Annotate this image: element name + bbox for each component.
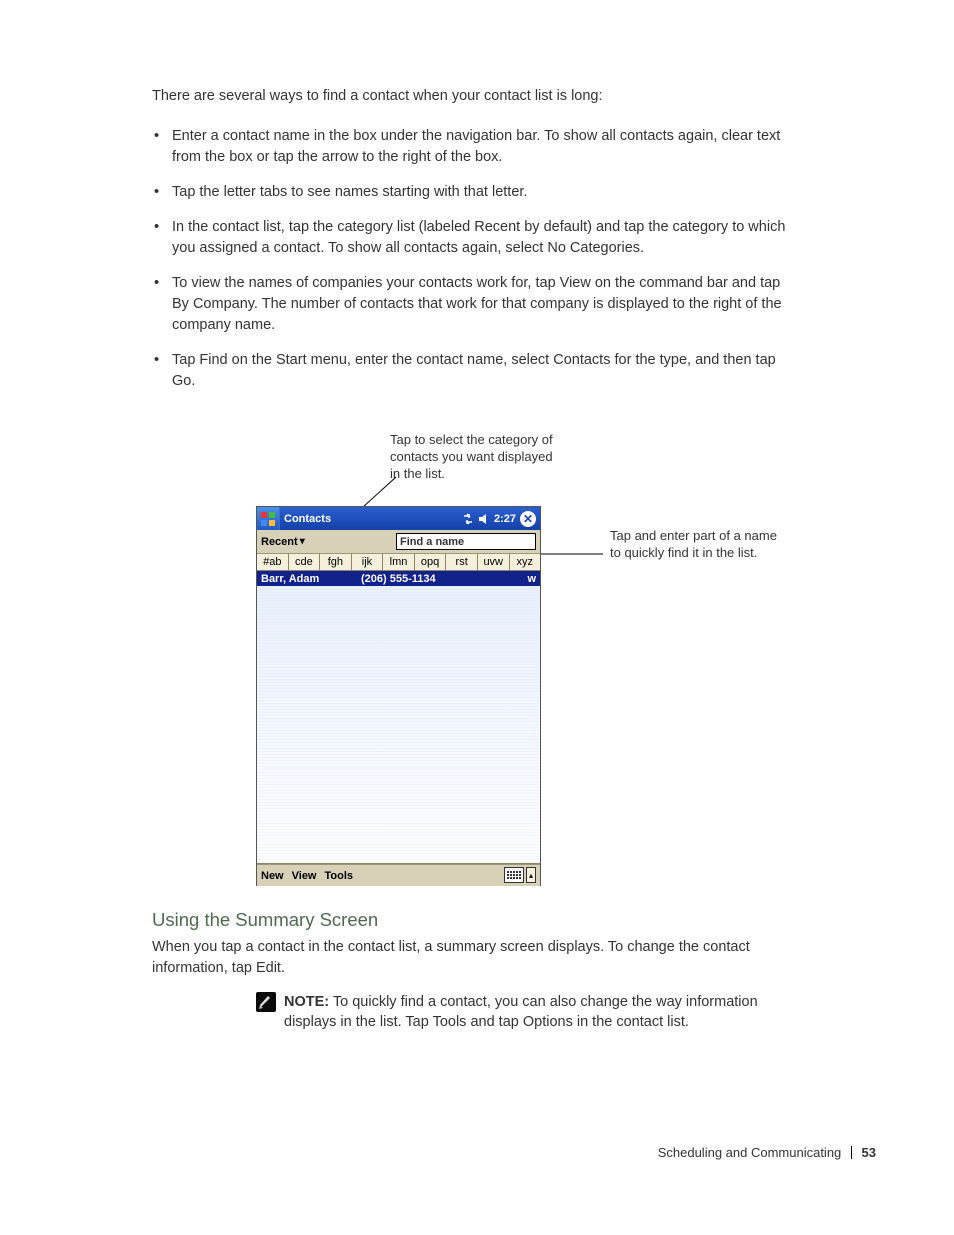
contact-row[interactable]: Barr, Adam (206) 555-1134 w [257,571,540,586]
alpha-tab[interactable]: fgh [320,554,352,570]
alpha-tab[interactable]: uvw [478,554,510,570]
alpha-tab[interactable]: lmn [383,554,415,570]
note-body: To quickly find a contact, you can also … [284,994,758,1030]
command-bar: New View Tools ▴ [257,864,540,886]
alpha-tabs: #ab cde fgh ijk lmn opq rst uvw xyz [257,554,540,571]
intro-paragraph: There are several ways to find a contact… [152,86,792,107]
clock-text[interactable]: 2:27 [494,513,516,525]
category-selector[interactable]: Recent ▾ [257,536,309,548]
contact-kind: w [518,573,536,585]
bullet-item: Enter a contact name in the box under th… [172,126,792,168]
menu-tools[interactable]: Tools [321,870,358,882]
keyboard-icon[interactable] [504,867,524,883]
footer-section: Scheduling and Communicating [658,1145,842,1160]
alpha-tab[interactable]: xyz [510,554,541,570]
alpha-tab[interactable]: rst [446,554,478,570]
bullet-item: To view the names of companies your cont… [172,273,792,336]
bullet-item: Tap Find on the Start menu, enter the co… [172,350,792,392]
alpha-tab[interactable]: opq [415,554,447,570]
note-icon [256,992,276,1012]
volume-icon[interactable] [478,513,490,525]
callout-find: Tap and enter part of a name to quickly … [610,528,780,562]
toolbar: Recent ▾ Find a name [257,530,540,554]
alpha-tab[interactable]: ijk [352,554,384,570]
input-panel[interactable]: ▴ [504,867,536,883]
app-title: Contacts [284,513,331,525]
menu-new[interactable]: New [257,870,288,882]
contacts-list[interactable]: Barr, Adam (206) 555-1134 w [257,571,540,864]
bullet-item: In the contact list, tap the category li… [172,217,792,259]
chevron-up-icon[interactable]: ▴ [526,867,536,883]
title-bar: Contacts 2:27 ✕ [257,507,540,530]
callout-category: Tap to select the category of contacts y… [390,432,560,483]
section-heading: Using the Summary Screen [152,909,792,931]
start-icon[interactable] [257,507,280,530]
find-name-input[interactable]: Find a name [396,533,536,550]
chevron-down-icon: ▾ [300,536,305,547]
page-footer: Scheduling and Communicating 53 [658,1145,876,1160]
contact-phone: (206) 555-1134 [361,573,518,585]
category-label: Recent [261,536,298,548]
note-label: NOTE: [284,994,329,1010]
page-number: 53 [862,1145,876,1160]
close-icon[interactable]: ✕ [520,511,536,527]
connectivity-icon[interactable] [462,513,474,525]
note-text: NOTE: To quickly find a contact, you can… [284,992,804,1033]
contact-name: Barr, Adam [261,573,361,585]
alpha-tab[interactable]: cde [289,554,321,570]
contacts-app-screenshot: Contacts 2:27 ✕ Recent ▾ Find a name #ab… [256,506,541,886]
alpha-tab[interactable]: #ab [257,554,289,570]
summary-paragraph: When you tap a contact in the contact li… [152,937,792,979]
bullet-item: Tap the letter tabs to see names startin… [172,182,792,203]
menu-view[interactable]: View [288,870,321,882]
